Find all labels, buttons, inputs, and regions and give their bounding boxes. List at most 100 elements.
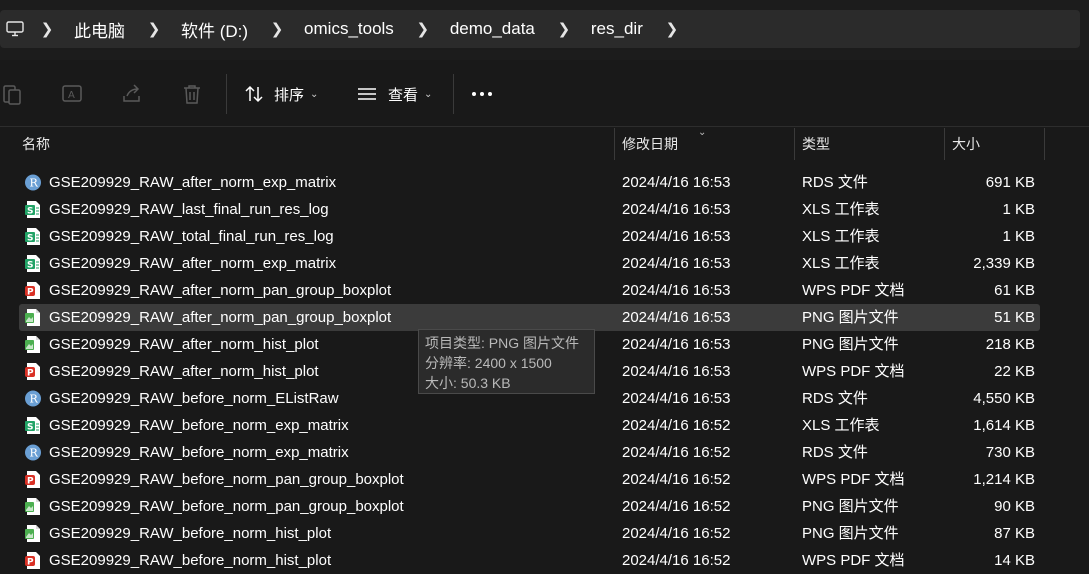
column-resize-handle[interactable] — [944, 128, 945, 160]
file-size: 730 KB — [985, 444, 1035, 461]
column-header-size[interactable]: 大小 — [952, 128, 980, 160]
file-type: PNG 图片文件 — [802, 525, 899, 542]
rename-icon[interactable]: A — [60, 82, 84, 106]
file-size: 1,614 KB — [973, 417, 1035, 434]
chevron-right-icon[interactable]: ❯ — [137, 20, 171, 38]
file-row[interactable]: S GSE209929_RAW_before_norm_exp_matrix 202… — [0, 412, 1089, 439]
breadcrumb-demo-data[interactable]: demo_data — [440, 19, 547, 39]
file-type: XLS 工作表 — [802, 255, 880, 272]
tooltip-item-type: 项目类型: PNG 图片文件 — [425, 335, 580, 351]
file-type: PNG 图片文件 — [802, 498, 899, 515]
svg-text:S: S — [27, 423, 33, 433]
file-type: RDS 文件 — [802, 390, 868, 407]
pdf-file-icon: P — [25, 282, 40, 299]
file-modified-date: 2024/4/16 16:52 — [622, 525, 731, 542]
png-file-icon — [25, 498, 40, 515]
svg-text:R: R — [30, 393, 39, 406]
file-modified-date: 2024/4/16 16:52 — [622, 498, 731, 515]
svg-text:S: S — [27, 234, 33, 244]
chevron-right-icon[interactable]: ❯ — [260, 20, 294, 38]
file-row[interactable]: P GSE209929_RAW_before_norm_hist_plot 2024… — [0, 547, 1089, 574]
file-type: PNG 图片文件 — [802, 336, 899, 353]
breadcrumb-res-dir[interactable]: res_dir — [581, 19, 655, 39]
png-file-icon — [25, 309, 40, 326]
file-row[interactable]: S GSE209929_RAW_last_final_run_res_log 202… — [0, 196, 1089, 223]
file-name: GSE209929_RAW_after_norm_hist_plot — [49, 336, 319, 353]
file-modified-date: 2024/4/16 16:53 — [622, 201, 731, 218]
chevron-right-icon[interactable]: ❯ — [406, 20, 440, 38]
file-row[interactable]: S GSE209929_RAW_total_final_run_res_log 20… — [0, 223, 1089, 250]
file-modified-date: 2024/4/16 16:53 — [622, 309, 731, 326]
file-modified-date: 2024/4/16 16:53 — [622, 228, 731, 245]
xls-file-icon: S — [25, 255, 40, 272]
file-size: 61 KB — [994, 282, 1035, 299]
xls-file-icon: S — [25, 201, 40, 218]
tooltip-resolution: 分辨率: 2400 x 1500 — [425, 355, 552, 371]
sort-indicator-icon: ⌄ — [698, 127, 707, 138]
chevron-right-icon[interactable]: ❯ — [547, 20, 581, 38]
file-row[interactable]: S GSE209929_RAW_after_norm_exp_matrix 2024… — [0, 250, 1089, 277]
file-row[interactable]: R GSE209929_RAW_before_norm_exp_matrix 202… — [0, 439, 1089, 466]
breadcrumb-this-pc[interactable]: 此电脑 — [64, 17, 137, 42]
file-type: XLS 工作表 — [802, 201, 880, 218]
file-name: GSE209929_RAW_total_final_run_res_log — [49, 228, 334, 245]
sort-button[interactable]: 排序 ⌄ — [244, 78, 318, 110]
rds-file-icon: R — [25, 444, 41, 461]
pdf-file-icon: P — [25, 471, 40, 488]
svg-text:P: P — [27, 369, 34, 379]
file-modified-date: 2024/4/16 16:53 — [622, 336, 731, 353]
column-resize-handle[interactable] — [794, 128, 795, 160]
file-size: 1,214 KB — [973, 471, 1035, 488]
share-icon[interactable] — [120, 82, 144, 106]
delete-icon[interactable] — [180, 82, 204, 106]
file-row[interactable]: GSE209929_RAW_before_norm_pan_group_boxp… — [0, 493, 1089, 520]
column-resize-handle[interactable] — [614, 128, 615, 160]
file-name: GSE209929_RAW_before_norm_pan_group_boxp… — [49, 471, 404, 488]
xls-file-icon: S — [25, 228, 40, 245]
file-size: 691 KB — [985, 174, 1035, 191]
paste-icon[interactable] — [0, 82, 24, 106]
file-row[interactable]: P GSE209929_RAW_after_norm_pan_group_boxp… — [0, 277, 1089, 304]
sort-label: 排序 — [274, 86, 305, 104]
column-header-type[interactable]: 类型 — [802, 128, 830, 160]
chevron-right-icon[interactable]: ❯ — [655, 20, 689, 38]
breadcrumb-omics-tools[interactable]: omics_tools — [294, 19, 406, 39]
file-name: GSE209929_RAW_before_norm_EListRaw — [49, 390, 339, 407]
toolbar-divider — [453, 74, 454, 114]
file-name: GSE209929_RAW_after_norm_pan_group_boxpl… — [49, 282, 392, 299]
file-size: 90 KB — [994, 498, 1035, 515]
file-modified-date: 2024/4/16 16:52 — [622, 471, 731, 488]
address-bar[interactable]: ❯ 此电脑 ❯ 软件 (D:) ❯ omics_tools ❯ demo_dat… — [0, 10, 1080, 48]
file-type: PNG 图片文件 — [802, 309, 899, 326]
this-pc-icon[interactable] — [0, 10, 30, 48]
file-size: 14 KB — [994, 552, 1035, 569]
view-button[interactable]: 查看 ⌄ — [356, 78, 432, 110]
column-resize-handle[interactable] — [1044, 128, 1045, 160]
file-size: 1 KB — [1002, 201, 1035, 218]
file-modified-date: 2024/4/16 16:53 — [622, 363, 731, 380]
file-type: XLS 工作表 — [802, 228, 880, 245]
rds-file-icon: R — [25, 390, 41, 407]
toolbar-divider — [226, 74, 227, 114]
file-modified-date: 2024/4/16 16:53 — [622, 282, 731, 299]
breadcrumb-drive-d[interactable]: 软件 (D:) — [171, 17, 260, 42]
file-row[interactable]: P GSE209929_RAW_before_norm_pan_group_box… — [0, 466, 1089, 493]
column-header-date[interactable]: 修改日期 — [622, 128, 678, 160]
file-modified-date: 2024/4/16 16:53 — [622, 390, 731, 407]
column-header-name[interactable]: 名称 — [22, 128, 50, 160]
file-info-tooltip: 项目类型: PNG 图片文件 分辨率: 2400 x 1500 大小: 50.3… — [418, 329, 595, 394]
file-size: 51 KB — [994, 309, 1035, 326]
file-row[interactable]: GSE209929_RAW_after_norm_pan_group_boxpl… — [0, 304, 1089, 331]
chevron-down-icon: ⌄ — [424, 88, 433, 100]
png-file-icon — [25, 336, 40, 353]
png-file-icon — [25, 525, 40, 542]
more-options-icon[interactable] — [472, 92, 492, 96]
address-bar-area: ❯ 此电脑 ❯ 软件 (D:) ❯ omics_tools ❯ demo_dat… — [0, 0, 1089, 60]
file-row[interactable]: R GSE209929_RAW_after_norm_exp_matrix 2024… — [0, 169, 1089, 196]
file-type: WPS PDF 文档 — [802, 552, 905, 569]
file-modified-date: 2024/4/16 16:52 — [622, 444, 731, 461]
file-name: GSE209929_RAW_after_norm_exp_matrix — [49, 174, 337, 191]
file-name: GSE209929_RAW_after_norm_hist_plot — [49, 363, 319, 380]
chevron-right-icon[interactable]: ❯ — [30, 20, 64, 38]
file-row[interactable]: GSE209929_RAW_before_norm_hist_plot 2024/… — [0, 520, 1089, 547]
